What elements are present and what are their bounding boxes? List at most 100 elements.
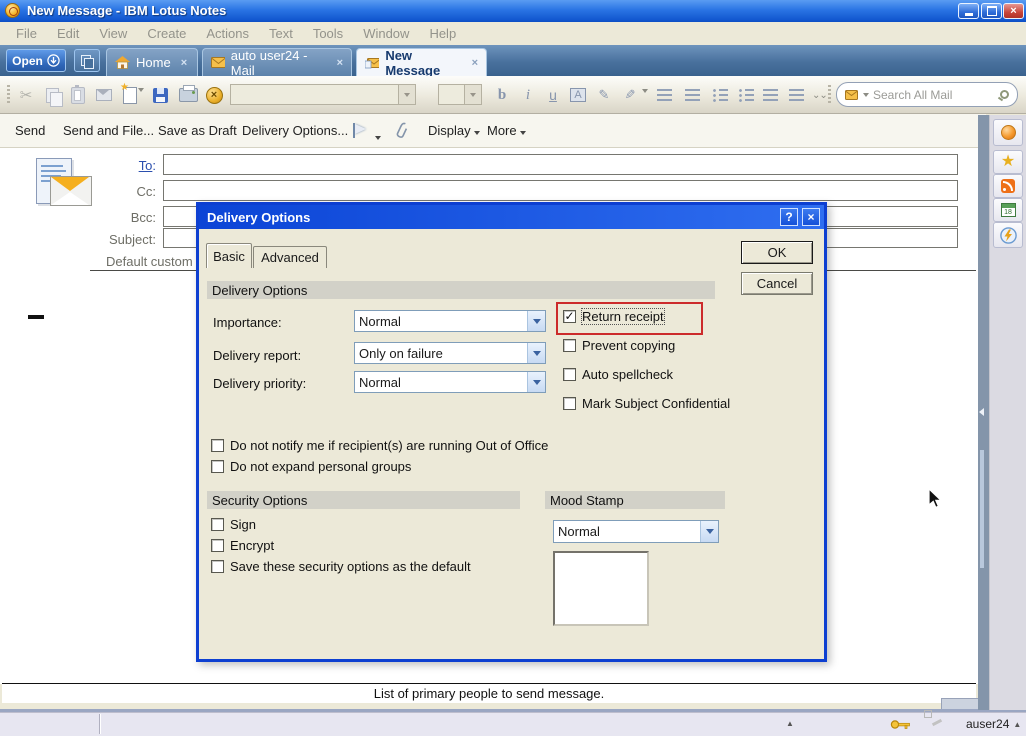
tab-mail-close-icon[interactable]: × xyxy=(337,57,343,69)
activities-button[interactable] xyxy=(993,222,1023,248)
outdent-icon[interactable] xyxy=(680,83,704,107)
mood-stamp-dropdown-icon[interactable] xyxy=(700,521,718,542)
thumbnails-button[interactable] xyxy=(74,49,100,72)
bullet-list-icon[interactable] xyxy=(708,83,732,107)
sign-checkbox[interactable] xyxy=(211,518,224,531)
no-expand-groups-checkbox[interactable] xyxy=(211,460,224,473)
tab-basic[interactable]: Basic xyxy=(206,243,252,268)
feeds-button[interactable] xyxy=(993,174,1023,198)
toolbar-grip[interactable] xyxy=(7,85,10,105)
bold-button[interactable]: b xyxy=(490,83,514,107)
menu-create[interactable]: Create xyxy=(137,24,196,43)
menu-help[interactable]: Help xyxy=(419,24,466,43)
save-as-draft-button[interactable]: Save as Draft xyxy=(158,123,237,138)
close-button[interactable]: × xyxy=(1003,3,1024,19)
pen-icon[interactable]: ✎ xyxy=(592,83,616,107)
print-icon[interactable] xyxy=(176,83,200,107)
dialog-help-button[interactable]: ? xyxy=(780,208,798,226)
cc-field[interactable] xyxy=(163,180,958,201)
new-document-dropdown-icon[interactable] xyxy=(138,92,144,107)
auto-spellcheck-checkbox[interactable] xyxy=(563,368,576,381)
menu-file[interactable]: File xyxy=(6,24,47,43)
italic-button[interactable]: i xyxy=(516,83,540,107)
prevent-copying-checkbox[interactable] xyxy=(563,339,576,352)
cut-icon[interactable]: ✂ xyxy=(14,83,38,107)
checkbox-encrypt[interactable]: Encrypt xyxy=(211,539,274,553)
cancel-button[interactable]: Cancel xyxy=(741,272,813,295)
menu-text[interactable]: Text xyxy=(259,24,303,43)
paste-icon[interactable] xyxy=(66,83,90,107)
delivery-priority-select[interactable]: Normal xyxy=(354,371,546,393)
stop-icon[interactable]: × xyxy=(202,83,226,107)
checkbox-sign[interactable]: Sign xyxy=(211,518,256,532)
mood-stamp-select[interactable]: Normal xyxy=(553,520,719,543)
subject-label[interactable]: Subject: xyxy=(100,232,156,247)
font-size-combo-arrow-icon[interactable] xyxy=(464,85,481,104)
dialog-close-button[interactable]: × xyxy=(802,208,820,226)
display-menu-button[interactable]: Display xyxy=(428,123,480,138)
indent-icon[interactable] xyxy=(652,83,676,107)
location-menu[interactable]: auser24 ▲ xyxy=(966,717,1021,731)
search-scope-dropdown-icon[interactable] xyxy=(863,93,869,97)
tab-home[interactable]: Home × xyxy=(106,48,198,76)
favorites-button[interactable]: ★ xyxy=(993,150,1023,174)
tab-home-close-icon[interactable]: × xyxy=(181,57,187,69)
toolbar-grip-2[interactable] xyxy=(828,85,831,105)
menu-edit[interactable]: Edit xyxy=(47,24,89,43)
font-size-combo[interactable] xyxy=(438,84,482,105)
importance-select[interactable]: Normal xyxy=(354,310,546,332)
copy-icon[interactable] xyxy=(40,83,64,107)
more-menu-button[interactable]: More xyxy=(487,123,526,138)
menu-actions[interactable]: Actions xyxy=(196,24,259,43)
sidebar-collapse-icon[interactable] xyxy=(979,408,984,416)
align-center-icon[interactable] xyxy=(758,83,782,107)
save-security-default-checkbox[interactable] xyxy=(211,560,224,573)
search-icon[interactable] xyxy=(1000,90,1009,99)
checkbox-no-expand-groups[interactable]: Do not expand personal groups xyxy=(211,460,411,474)
out-of-office-checkbox[interactable] xyxy=(211,439,224,452)
tab-new-message[interactable]: New Message × xyxy=(356,48,487,76)
mail-link-icon[interactable] xyxy=(92,83,116,107)
to-label[interactable]: To: xyxy=(100,158,156,173)
toolbar-overflow-icon[interactable]: ⌄⌄ xyxy=(812,90,827,101)
status-expand-icon[interactable]: ▲ xyxy=(786,719,794,728)
numbered-list-icon[interactable] xyxy=(734,83,758,107)
calendar-button[interactable]: 18 xyxy=(993,198,1023,222)
font-combo[interactable] xyxy=(230,84,416,105)
scrollbar-thumb[interactable] xyxy=(980,450,984,568)
ok-button[interactable]: OK xyxy=(741,241,813,264)
to-field[interactable] xyxy=(163,154,958,175)
importance-dropdown-icon[interactable] xyxy=(527,311,545,331)
font-combo-arrow-icon[interactable] xyxy=(398,85,415,104)
dialog-title-bar[interactable]: Delivery Options xyxy=(199,205,824,229)
checkbox-prevent-copying[interactable]: Prevent copying xyxy=(563,339,675,353)
flag-dropdown-icon[interactable] xyxy=(372,128,381,143)
menu-view[interactable]: View xyxy=(89,24,137,43)
menu-window[interactable]: Window xyxy=(353,24,419,43)
mark-confidential-checkbox[interactable] xyxy=(563,397,576,410)
delivery-options-button[interactable]: Delivery Options... xyxy=(242,123,348,138)
delivery-report-dropdown-icon[interactable] xyxy=(527,343,545,363)
menu-tools[interactable]: Tools xyxy=(303,24,353,43)
send-and-file-button[interactable]: Send and File... xyxy=(63,123,154,138)
checkbox-mark-confidential[interactable]: Mark Subject Confidential xyxy=(563,397,730,411)
search-input[interactable]: Search All Mail xyxy=(873,88,996,102)
justify-icon[interactable] xyxy=(784,83,808,107)
cc-label[interactable]: Cc: xyxy=(100,184,156,199)
highlighter-dropdown-icon[interactable] xyxy=(642,93,648,108)
sametime-status-button[interactable] xyxy=(993,119,1023,146)
delivery-priority-dropdown-icon[interactable] xyxy=(527,372,545,392)
attachment-icon[interactable] xyxy=(395,121,409,141)
tab-new-message-close-icon[interactable]: × xyxy=(472,57,478,69)
checkbox-out-of-office[interactable]: Do not notify me if recipient(s) are run… xyxy=(211,439,548,453)
checkbox-auto-spellcheck[interactable]: Auto spellcheck xyxy=(563,368,673,382)
delivery-report-select[interactable]: Only on failure xyxy=(354,342,546,364)
save-icon[interactable] xyxy=(148,83,172,107)
minimize-button[interactable] xyxy=(958,3,979,19)
to-link[interactable]: To xyxy=(139,158,153,173)
checkbox-save-security-default[interactable]: Save these security options as the defau… xyxy=(211,560,471,574)
search-box[interactable]: Search All Mail xyxy=(836,82,1018,107)
key-icon[interactable] xyxy=(890,719,912,730)
text-properties-button[interactable]: A xyxy=(566,83,590,107)
restore-button[interactable] xyxy=(981,3,1002,19)
